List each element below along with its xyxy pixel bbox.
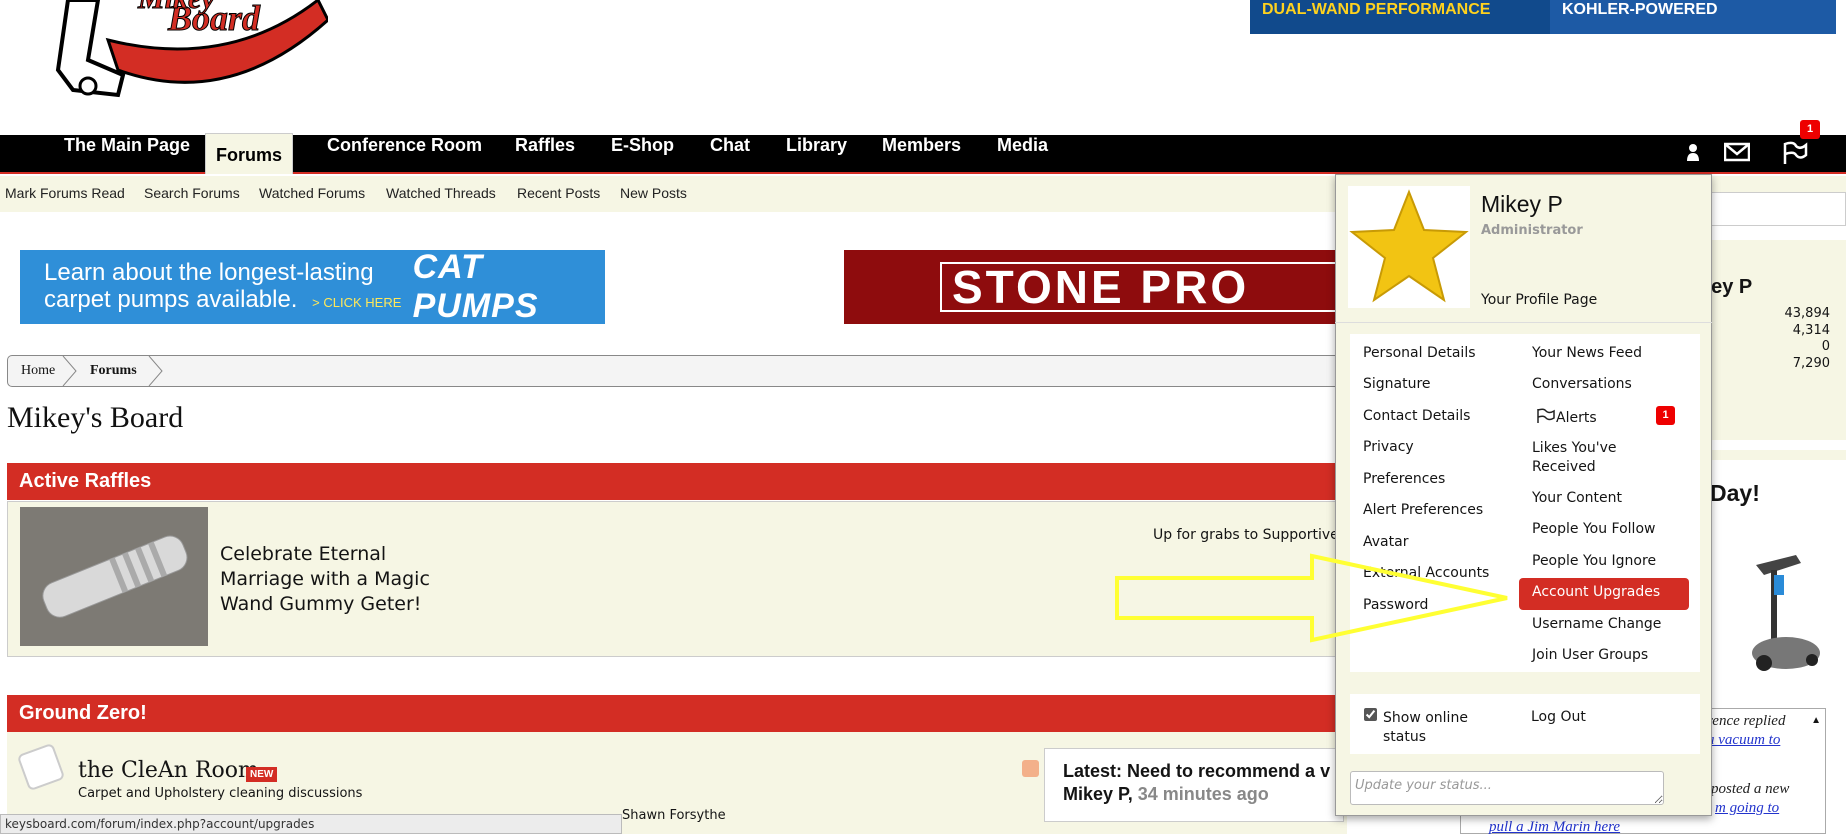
main-nav-bar: The Main Page Forums Conference Room Raf… (0, 133, 1846, 174)
cat-pumps-line1: Learn about the longest-lasting (44, 258, 374, 286)
new-badge: NEW (246, 767, 278, 782)
menu-contact-details[interactable]: Contact Details (1363, 408, 1470, 424)
cat-pumps-logo: CAT PUMPS (412, 248, 539, 325)
tab-main-page[interactable]: The Main Page (54, 135, 200, 172)
stone-pro-ad[interactable]: STONE PRO (844, 250, 1344, 324)
latest-post-user[interactable]: Mikey P, (1063, 784, 1133, 804)
feed-line-2[interactable]: a vacuum to (1707, 732, 1780, 749)
tab-conference-room[interactable]: Conference Room (317, 135, 492, 172)
show-online-label[interactable]: Show online status (1383, 709, 1503, 747)
active-raffles-heading[interactable]: Active Raffles (7, 463, 1347, 500)
envelope-icon[interactable] (1722, 141, 1752, 169)
cat-pumps-ad-text: Learn about the longest-lasting carpet p… (20, 259, 413, 316)
flag-icon[interactable] (1780, 141, 1810, 171)
menu-account-upgrades[interactable]: Account Upgrades (1532, 584, 1660, 600)
breadcrumb-home[interactable]: Home (21, 363, 55, 379)
sidebar-search-box[interactable] (1700, 192, 1846, 226)
logout-link[interactable]: Log Out (1531, 709, 1586, 725)
latest-post-title[interactable]: Latest: Need to recommend a v (1063, 761, 1330, 782)
menu-preferences[interactable]: Preferences (1363, 471, 1445, 487)
top-banner-ad[interactable]: DUAL-WAND PERFORMANCE KOHLER-POWERED (1250, 0, 1836, 34)
forum-name-link[interactable]: the CleAn Room (78, 758, 259, 783)
menu-privacy[interactable]: Privacy (1363, 439, 1414, 455)
tab-forums[interactable]: Forums (205, 133, 294, 174)
scroll-up-icon[interactable]: ▲ (1811, 715, 1821, 726)
raffle-title[interactable]: Celebrate Eternal Marriage with a Magic … (220, 542, 450, 617)
subnav-watched-forums[interactable]: Watched Forums (259, 185, 365, 201)
user-avatar[interactable] (1348, 186, 1470, 308)
menu-conversations[interactable]: Conversations (1532, 376, 1632, 392)
sidebar-stat-messages: 43,894 (1784, 306, 1831, 321)
status-update-input[interactable] (1350, 771, 1664, 805)
cat-pumps-line2-wrap: carpet pumps available. > CLICK HERE (44, 286, 413, 316)
tab-members[interactable]: Members (872, 135, 971, 172)
subnav-new-posts[interactable]: New Posts (620, 185, 687, 201)
page-title: Mikey's Board (7, 401, 184, 434)
sidebar-day-title: Day! (1710, 480, 1760, 506)
menu-alerts-label: Alerts (1556, 410, 1597, 426)
raffle-description: Up for grabs to Supportive... (1153, 527, 1353, 543)
popup-divider (1335, 322, 1712, 323)
menu-your-content[interactable]: Your Content (1532, 490, 1622, 506)
breadcrumb-separator (62, 356, 77, 386)
browser-status-bar: keysboard.com/forum/index.php?account/up… (0, 814, 622, 834)
sidebar-stat-likes: 4,314 (1792, 323, 1830, 338)
menu-personal-details[interactable]: Personal Details (1363, 345, 1476, 361)
subnav-watched-threads[interactable]: Watched Threads (386, 185, 496, 201)
feed-line-5[interactable]: pull a Jim Marin here (1489, 819, 1620, 834)
forum-description: Carpet and Upholstery cleaning discussio… (78, 786, 363, 801)
site-logo[interactable]: Board Mikey (28, 0, 328, 112)
flag-icon (1537, 408, 1555, 423)
rss-icon[interactable] (1022, 760, 1039, 777)
breadcrumb-separator (148, 356, 163, 386)
tab-raffles[interactable]: Raffles (505, 135, 585, 172)
tab-eshop[interactable]: E-Shop (601, 135, 684, 172)
breadcrumb-forums[interactable]: Forums (90, 363, 137, 379)
ground-zero-heading[interactable]: Ground Zero! (7, 695, 1347, 732)
tab-chat[interactable]: Chat (700, 135, 760, 172)
sidebar-stat-other: 7,290 (1792, 356, 1830, 371)
latest-post-time: 34 minutes ago (1137, 784, 1269, 804)
stone-pro-text: STONE PRO (940, 262, 1340, 312)
feed-line-3: posted a new (1711, 781, 1790, 797)
cat-pumps-line2: carpet pumps available. (44, 285, 298, 313)
latest-post-meta: Mikey P, 34 minutes ago (1063, 784, 1325, 805)
menu-alert-preferences[interactable]: Alert Preferences (1363, 502, 1483, 518)
cat-pumps-ad[interactable]: Learn about the longest-lasting carpet p… (20, 248, 605, 325)
menu-join-user-groups[interactable]: Join User Groups (1532, 647, 1648, 663)
raffle-product-image[interactable] (20, 507, 208, 646)
menu-likes-received[interactable]: Likes You've Received (1532, 439, 1662, 477)
ad-right-text: KOHLER-POWERED (1562, 1, 1718, 18)
menu-signature[interactable]: Signature (1363, 376, 1431, 392)
svg-text:Mikey: Mikey (137, 0, 215, 15)
menu-people-you-ignore[interactable]: People You Ignore (1532, 553, 1656, 569)
show-online-checkbox[interactable] (1364, 708, 1377, 721)
alerts-count-badge: 1 (1656, 406, 1675, 425)
menu-username-change[interactable]: Username Change (1532, 616, 1661, 632)
ad-left-text: DUAL-WAND PERFORMANCE (1250, 0, 1550, 34)
forum-moderator[interactable]: Shawn Forsythe (622, 808, 726, 823)
popup-username[interactable]: Mikey P (1481, 191, 1563, 218)
menu-alerts[interactable]: Alerts (1536, 408, 1597, 426)
annotation-arrow (1115, 553, 1508, 643)
popup-user-title: Administrator (1481, 223, 1583, 238)
subnav-search-forums[interactable]: Search Forums (144, 185, 240, 201)
cat-pumps-cta: > CLICK HERE (312, 294, 402, 310)
menu-your-news-feed[interactable]: Your News Feed (1532, 345, 1642, 361)
user-icon[interactable] (1678, 141, 1708, 169)
latest-post-box: Latest: Need to recommend a v Mikey P, 3… (1044, 748, 1344, 822)
sidebar-machine-image[interactable] (1716, 545, 1826, 675)
subnav-mark-forums-read[interactable]: Mark Forums Read (5, 185, 125, 201)
tab-library[interactable]: Library (776, 135, 857, 172)
tab-media[interactable]: Media (987, 135, 1058, 172)
sidebar-stat-points: 0 (1821, 339, 1830, 354)
breadcrumb: Home Forums (7, 355, 1347, 387)
your-profile-page-link[interactable]: Your Profile Page (1481, 292, 1597, 308)
subnav-recent-posts[interactable]: Recent Posts (517, 185, 600, 201)
feed-line-4[interactable]: m going to (1715, 800, 1779, 817)
alert-count-badge[interactable]: 1 (1800, 120, 1820, 139)
menu-people-you-follow[interactable]: People You Follow (1532, 521, 1655, 537)
